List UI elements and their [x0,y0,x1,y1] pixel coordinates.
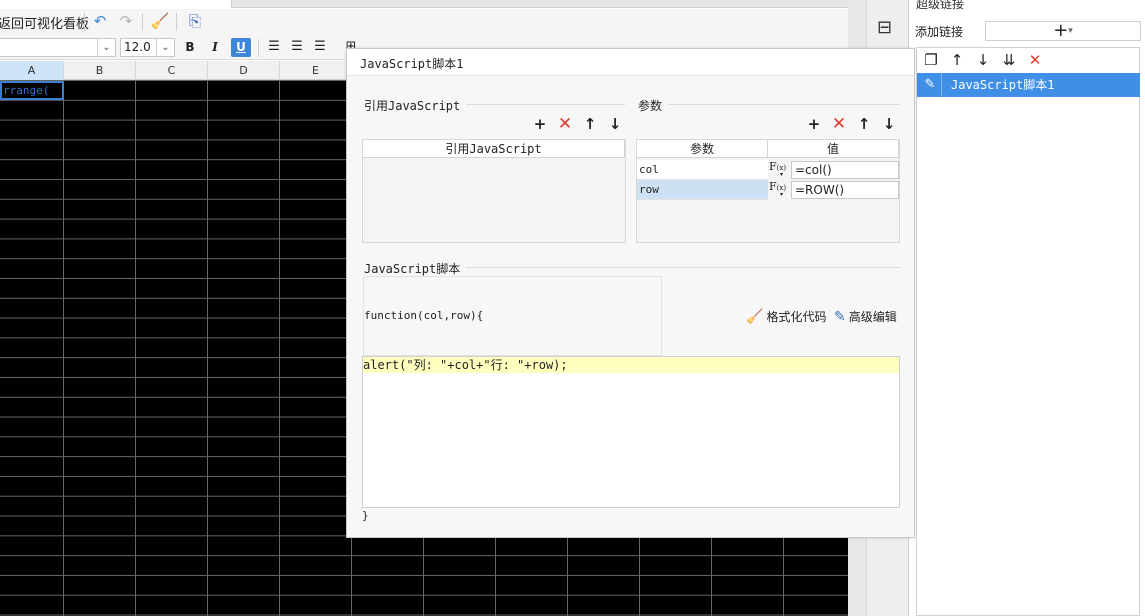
redo-icon[interactable]: ↷ [116,11,136,31]
add-param-button[interactable]: + [804,114,824,134]
move-up-param-button[interactable]: ↑ [854,114,874,134]
align-center-icon[interactable]: ☰ [287,37,307,57]
delete-icon[interactable]: ✕ [1025,51,1045,69]
ref-js-column-header: 引用JavaScript [363,140,625,158]
group-divider [638,104,900,105]
font-name-select[interactable]: ⌄ [0,38,116,57]
code-line[interactable]: alert("列: "+col+"行: "+row); [363,357,899,373]
param-row-value[interactable]: =col() [791,161,899,179]
column-header-e[interactable]: E [280,61,352,80]
link-list [916,47,1140,616]
add-link-label: 添加链接 [915,25,964,39]
toolbar-separator [84,13,85,31]
panel-title: 超级链接 [916,0,965,11]
params-column-header-value: 值 [768,140,899,158]
advanced-edit-label: 高级编辑 [848,310,897,324]
param-row-name[interactable]: col [637,160,768,180]
broom-icon: 🧹 [746,309,764,325]
column-header-b[interactable]: B [64,61,136,80]
dialog-title: JavaScript脚本1 [360,57,464,71]
format-code-label: 格式化代码 [766,310,827,324]
edit-icon: ✎ [834,309,846,325]
params-table: 参数 值 col F(x) ▾ =col() row F(x) ▾ =ROW() [636,139,900,243]
chevron-down-icon: ▾ [1068,26,1073,36]
preview-icon[interactable]: ⎘ [185,11,205,31]
column-header-c[interactable]: C [136,61,208,80]
copy-icon[interactable]: ❐ [921,51,941,69]
ref-js-group-label: 引用JavaScript [364,97,467,114]
param-row-value[interactable]: =ROW() [791,181,899,199]
move-down-ref-js-button[interactable]: ↓ [605,114,625,134]
params-group-label: 参数 [638,97,669,114]
add-ref-js-button[interactable]: + [530,114,550,134]
function-signature: function(col,row){ [364,309,484,322]
formula-fx-button[interactable]: F(x) ▾ [768,160,790,180]
font-size-select[interactable]: 12.0 ⌄ [120,38,175,57]
chevron-down-icon: ⌄ [156,39,174,56]
document-tab[interactable] [0,0,232,8]
ref-js-table: 引用JavaScript [362,139,626,243]
plus-icon: + [1053,20,1069,41]
layout-icon[interactable]: ⊟ [877,17,892,38]
align-left-icon[interactable]: ☰ [264,37,284,57]
column-header-a[interactable]: A [0,61,64,80]
edit-pen-icon: ✎ [924,77,936,92]
cell-a1[interactable]: rrange( [0,81,64,100]
delete-param-button[interactable]: ✕ [829,114,849,134]
divider [941,73,942,97]
formula-fx-button[interactable]: F(x) ▾ [768,180,790,200]
params-column-header-name: 参数 [637,140,768,158]
undo-icon[interactable]: ↶ [90,11,110,31]
font-size-value: 12.0 [124,40,151,54]
toolbar-separator [142,13,143,31]
underline-button[interactable]: U [231,38,251,57]
toolbar-separator [176,13,177,31]
move-up-icon[interactable]: ↑ [947,51,967,69]
column-header-d[interactable]: D [208,61,280,80]
bold-button[interactable]: B [180,38,200,57]
format-code-button[interactable]: 🧹 格式化代码 [746,308,826,325]
param-row-name[interactable]: row [637,180,768,200]
back-to-dashboard-link[interactable]: 返回可视化看板 [0,13,89,32]
script-group-label: JavaScript脚本 [364,260,467,277]
move-down-param-button[interactable]: ↓ [879,114,899,134]
closing-brace: } [362,509,369,522]
list-item[interactable]: ✎ JavaScript脚本1 [917,73,1140,97]
delete-ref-js-button[interactable]: ✕ [555,114,575,134]
toolbar-top: 返回可视化看板 ↶ ↷ 🧹 ⎘ [0,9,866,36]
code-editor[interactable] [362,356,900,508]
chevron-down-icon: ⌄ [97,39,115,56]
align-right-icon[interactable]: ☰ [310,37,330,57]
format-painter-icon[interactable]: 🧹 [150,11,170,31]
add-link-button[interactable]: +▾ [985,21,1141,41]
move-up-ref-js-button[interactable]: ↑ [580,114,600,134]
advanced-edit-button[interactable]: ✎ 高级编辑 [834,308,897,325]
move-down-icon[interactable]: ↓ [973,51,993,69]
list-item-label: JavaScript脚本1 [951,78,1055,92]
sort-icon[interactable]: ⇊ [999,51,1019,69]
tab-strip [0,0,866,8]
italic-button[interactable]: I [205,38,225,57]
toolbar-separator [258,39,259,57]
